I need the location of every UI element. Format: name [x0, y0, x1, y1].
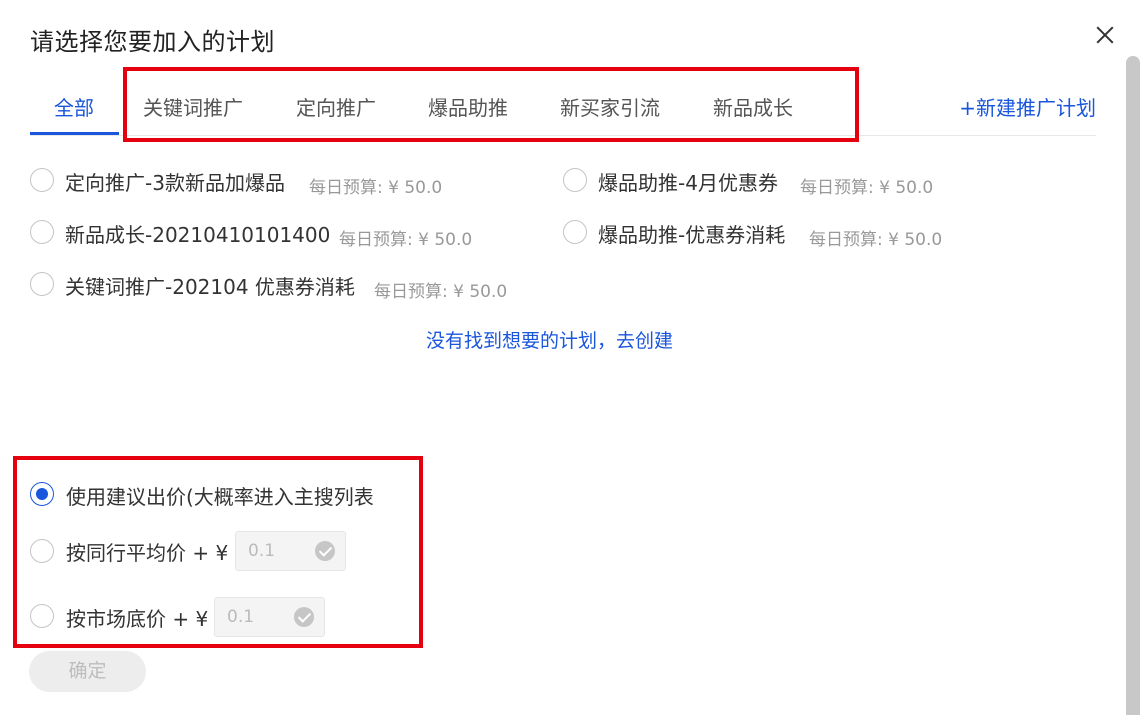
plan-radio[interactable] — [563, 220, 587, 244]
plan-budget: 每日预算: ¥ 50.0 — [800, 178, 934, 198]
bid-option-radio-peer-average[interactable] — [30, 539, 54, 563]
plan-radio[interactable] — [30, 168, 54, 192]
plan-name[interactable]: 爆品助推-优惠券消耗 — [598, 219, 785, 248]
plan-name[interactable]: 关键词推广-202104 优惠券消耗 — [65, 271, 355, 300]
plan-budget: 每日预算: ¥ 50.0 — [339, 230, 473, 250]
bid-option-label: 使用建议出价(大概率进入主搜列表 — [66, 485, 374, 509]
check-circle-icon[interactable] — [294, 607, 314, 627]
close-icon[interactable] — [1090, 20, 1120, 50]
plan-radio[interactable] — [563, 168, 587, 192]
plan-radio[interactable] — [30, 272, 54, 296]
plan-budget: 每日预算: ¥ 50.0 — [309, 178, 443, 198]
plan-name[interactable]: 新品成长-20210410101400 — [65, 219, 330, 248]
check-circle-icon[interactable] — [315, 541, 335, 561]
active-tab-indicator — [30, 132, 119, 135]
scrollbar[interactable] — [1126, 56, 1140, 715]
confirm-button[interactable]: 确定 — [29, 651, 146, 692]
bid-option-label: 按同行平均价 + ¥ — [66, 541, 229, 565]
bid-option-label: 按市场底价 + ¥ — [66, 607, 209, 631]
bid-option-radio-suggested[interactable] — [30, 482, 54, 506]
plan-budget: 每日预算: ¥ 50.0 — [374, 282, 508, 302]
plan-name[interactable]: 定向推广-3款新品加爆品 — [65, 167, 285, 196]
plan-select-dialog: 请选择您要加入的计划 全部 关键词推广 定向推广 爆品助推 新买家引流 新品成长… — [0, 0, 1142, 715]
plan-name[interactable]: 爆品助推-4月优惠券 — [598, 167, 778, 196]
create-plan-link[interactable]: 没有找到想要的计划，去创建 — [426, 326, 673, 353]
highlight-box-tabs — [123, 67, 859, 142]
new-promotion-plan-link[interactable]: +新建推广计划 — [959, 92, 1096, 121]
tab-all[interactable]: 全部 — [54, 92, 94, 121]
dialog-title: 请选择您要加入的计划 — [30, 28, 275, 56]
bid-option-radio-market-floor[interactable] — [30, 604, 54, 628]
plan-radio[interactable] — [30, 220, 54, 244]
plan-budget: 每日预算: ¥ 50.0 — [809, 230, 943, 250]
